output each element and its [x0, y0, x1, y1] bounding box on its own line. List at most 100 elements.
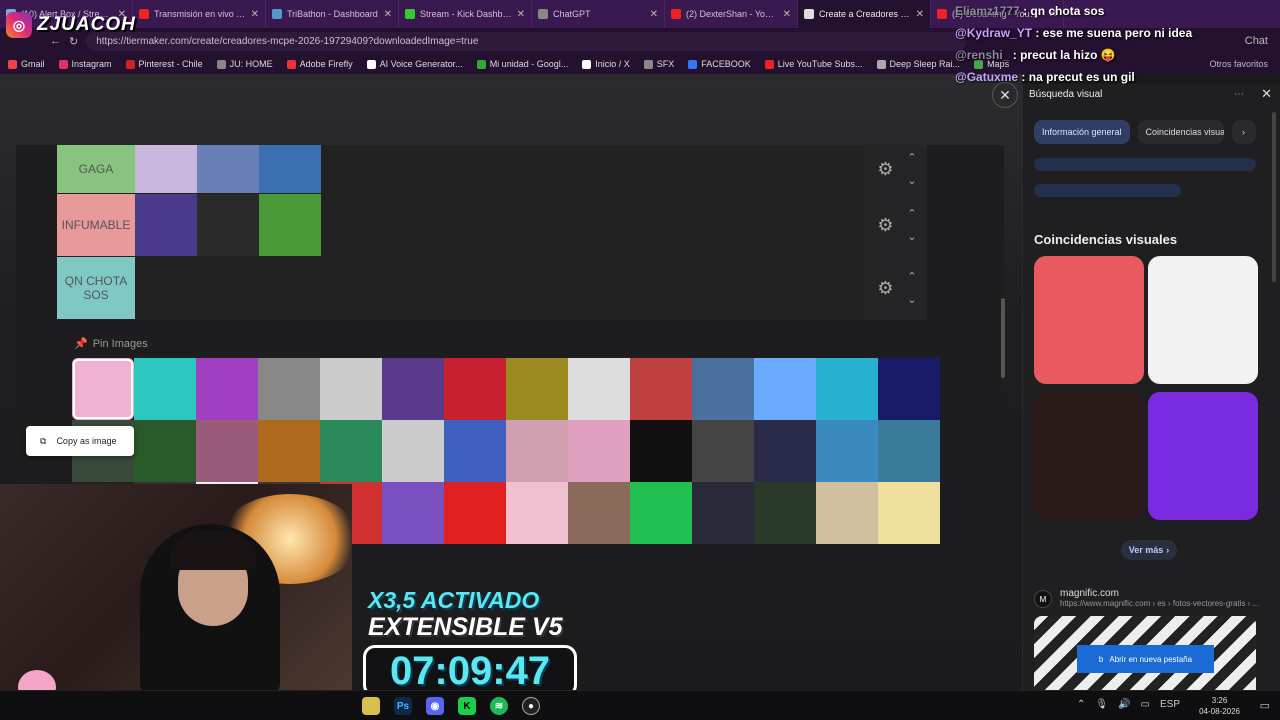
- pool-image[interactable]: [320, 420, 382, 482]
- other-bookmarks[interactable]: Otros favoritos: [1209, 59, 1268, 69]
- pool-image[interactable]: [382, 482, 444, 544]
- close-tab-icon[interactable]: ✕: [517, 9, 525, 20]
- discord-icon[interactable]: ◉: [426, 697, 444, 715]
- gear-icon[interactable]: ⚙: [875, 159, 895, 179]
- browser-tab[interactable]: Create a Creadores MCPE ✕: [798, 0, 931, 28]
- close-tab-icon[interactable]: ✕: [916, 9, 924, 20]
- pool-image[interactable]: [506, 482, 568, 544]
- notification-icon[interactable]: ▭: [1260, 699, 1270, 712]
- tier-label[interactable]: QN CHOTA SOS: [57, 257, 135, 319]
- pin-images[interactable]: 📌 Pin Images: [74, 337, 148, 351]
- close-tab-icon[interactable]: ✕: [783, 9, 791, 20]
- pool-image[interactable]: [878, 358, 940, 420]
- pool-image[interactable]: [382, 358, 444, 420]
- bookmark-item[interactable]: Pinterest - Chile: [125, 59, 203, 69]
- chip-visual-matches[interactable]: Coincidencias visuales: [1137, 120, 1224, 144]
- pool-image[interactable]: [878, 482, 940, 544]
- tier-thumbnail[interactable]: [197, 194, 259, 256]
- chip-overview[interactable]: Información general: [1034, 120, 1130, 144]
- close-tab-icon[interactable]: ✕: [384, 9, 392, 20]
- source-result[interactable]: M magnific.com https://www.magnific.com …: [1034, 588, 1265, 608]
- close-tab-icon[interactable]: ✕: [251, 9, 259, 20]
- pool-image[interactable]: [444, 482, 506, 544]
- gear-icon[interactable]: ⚙: [875, 215, 895, 235]
- result-image[interactable]: [1034, 256, 1144, 384]
- tier-thumbnail[interactable]: [259, 145, 321, 193]
- open-new-tab-button[interactable]: b Abrir en nueva pestaña: [1077, 645, 1214, 673]
- bookmark-item[interactable]: SFX: [643, 59, 674, 69]
- pool-image[interactable]: [754, 420, 816, 482]
- browser-tab[interactable]: Transmisión en vivo - YouTube ✕: [133, 0, 266, 28]
- pool-image[interactable]: [382, 420, 444, 482]
- result-image[interactable]: [1034, 392, 1144, 520]
- gear-icon[interactable]: ⚙: [875, 278, 895, 298]
- pool-image[interactable]: [754, 358, 816, 420]
- chat-icon[interactable]: Chat: [1245, 35, 1268, 47]
- close-tab-icon[interactable]: ✕: [650, 9, 658, 20]
- chevron-down-icon[interactable]: ⌄: [907, 174, 916, 187]
- more-icon[interactable]: ⋯: [1234, 89, 1244, 100]
- tier-thumbnail[interactable]: [197, 145, 259, 193]
- bookmark-item[interactable]: Deep Sleep Rai...: [876, 59, 960, 69]
- chevron-up-icon[interactable]: ⌃: [1077, 699, 1085, 710]
- pool-image[interactable]: [692, 420, 754, 482]
- result-image[interactable]: [1148, 392, 1258, 520]
- panel-scrollbar[interactable]: [1272, 112, 1276, 282]
- bookmark-item[interactable]: JU: HOME: [216, 59, 273, 69]
- browser-tab[interactable]: (2) DexterShan - YouTube ✕: [665, 0, 798, 28]
- pool-image[interactable]: [258, 358, 320, 420]
- mic-icon[interactable]: 🎙: [1095, 699, 1108, 710]
- result-image[interactable]: [1148, 256, 1258, 384]
- tier-thumbnail[interactable]: [259, 194, 321, 256]
- tier-thumbnail[interactable]: [135, 145, 197, 193]
- browser-tab[interactable]: ChatGPT ✕: [532, 0, 665, 28]
- pool-image[interactable]: [692, 358, 754, 420]
- bookmark-item[interactable]: Gmail: [8, 59, 45, 69]
- tier-label[interactable]: INFUMABLE: [57, 194, 135, 256]
- tier-thumbnail[interactable]: [135, 194, 197, 256]
- bookmark-item[interactable]: Live YouTube Subs...: [764, 59, 863, 69]
- see-more-button[interactable]: Ver más ›: [1121, 540, 1177, 560]
- pool-image[interactable]: [196, 358, 258, 420]
- copy-as-image-menu[interactable]: ⧉ Copy as image: [26, 426, 134, 456]
- chevron-down-icon[interactable]: ⌄: [907, 293, 916, 306]
- language-indicator[interactable]: ESP: [1160, 699, 1180, 710]
- files-icon[interactable]: [362, 697, 380, 715]
- bookmark-item[interactable]: AI Voice Generator...: [366, 59, 463, 69]
- pool-image[interactable]: [258, 420, 320, 482]
- bookmark-item[interactable]: FACEBOOK: [688, 59, 751, 69]
- pool-image[interactable]: [816, 358, 878, 420]
- pool-image[interactable]: [878, 420, 940, 482]
- chevron-down-icon[interactable]: ⌄: [907, 230, 916, 243]
- bookmark-item[interactable]: Inicio / X: [582, 59, 630, 69]
- pool-image[interactable]: [444, 420, 506, 482]
- volume-icon[interactable]: 🔊: [1118, 699, 1130, 710]
- clock[interactable]: 3:26 04-08-2026: [1199, 695, 1240, 717]
- pool-image[interactable]: [134, 358, 196, 420]
- chevron-right-icon[interactable]: ›: [1231, 120, 1256, 144]
- kick-icon[interactable]: K: [458, 697, 476, 715]
- pool-image[interactable]: [134, 420, 196, 482]
- browser-tab[interactable]: Stream - Kick Dashboard ✕: [399, 0, 532, 28]
- bookmark-item[interactable]: Instagram: [58, 59, 112, 69]
- url-field[interactable]: https://tiermaker.com/create/creadores-m…: [86, 31, 967, 51]
- pool-image[interactable]: [630, 358, 692, 420]
- bookmark-item[interactable]: Mi unidad - Googl...: [476, 59, 568, 69]
- pool-image[interactable]: [816, 482, 878, 544]
- obs-icon[interactable]: ●: [522, 697, 540, 715]
- pool-image[interactable]: [816, 420, 878, 482]
- pool-image[interactable]: [630, 482, 692, 544]
- chevron-up-icon[interactable]: ⌃: [907, 151, 916, 164]
- wifi-icon[interactable]: ▭: [1141, 699, 1150, 710]
- tier-label[interactable]: GAGA: [57, 145, 135, 193]
- browser-tab[interactable]: TriBathon - Dashboard ✕: [266, 0, 399, 28]
- pool-image[interactable]: [568, 420, 630, 482]
- pool-image[interactable]: [568, 358, 630, 420]
- spotify-icon[interactable]: ≋: [490, 697, 508, 715]
- pool-image[interactable]: [506, 420, 568, 482]
- pool-image[interactable]: [444, 358, 506, 420]
- pool-image[interactable]: [196, 420, 258, 482]
- pool-image[interactable]: [754, 482, 816, 544]
- close-icon[interactable]: ✕: [1261, 86, 1272, 102]
- pool-image[interactable]: [506, 358, 568, 420]
